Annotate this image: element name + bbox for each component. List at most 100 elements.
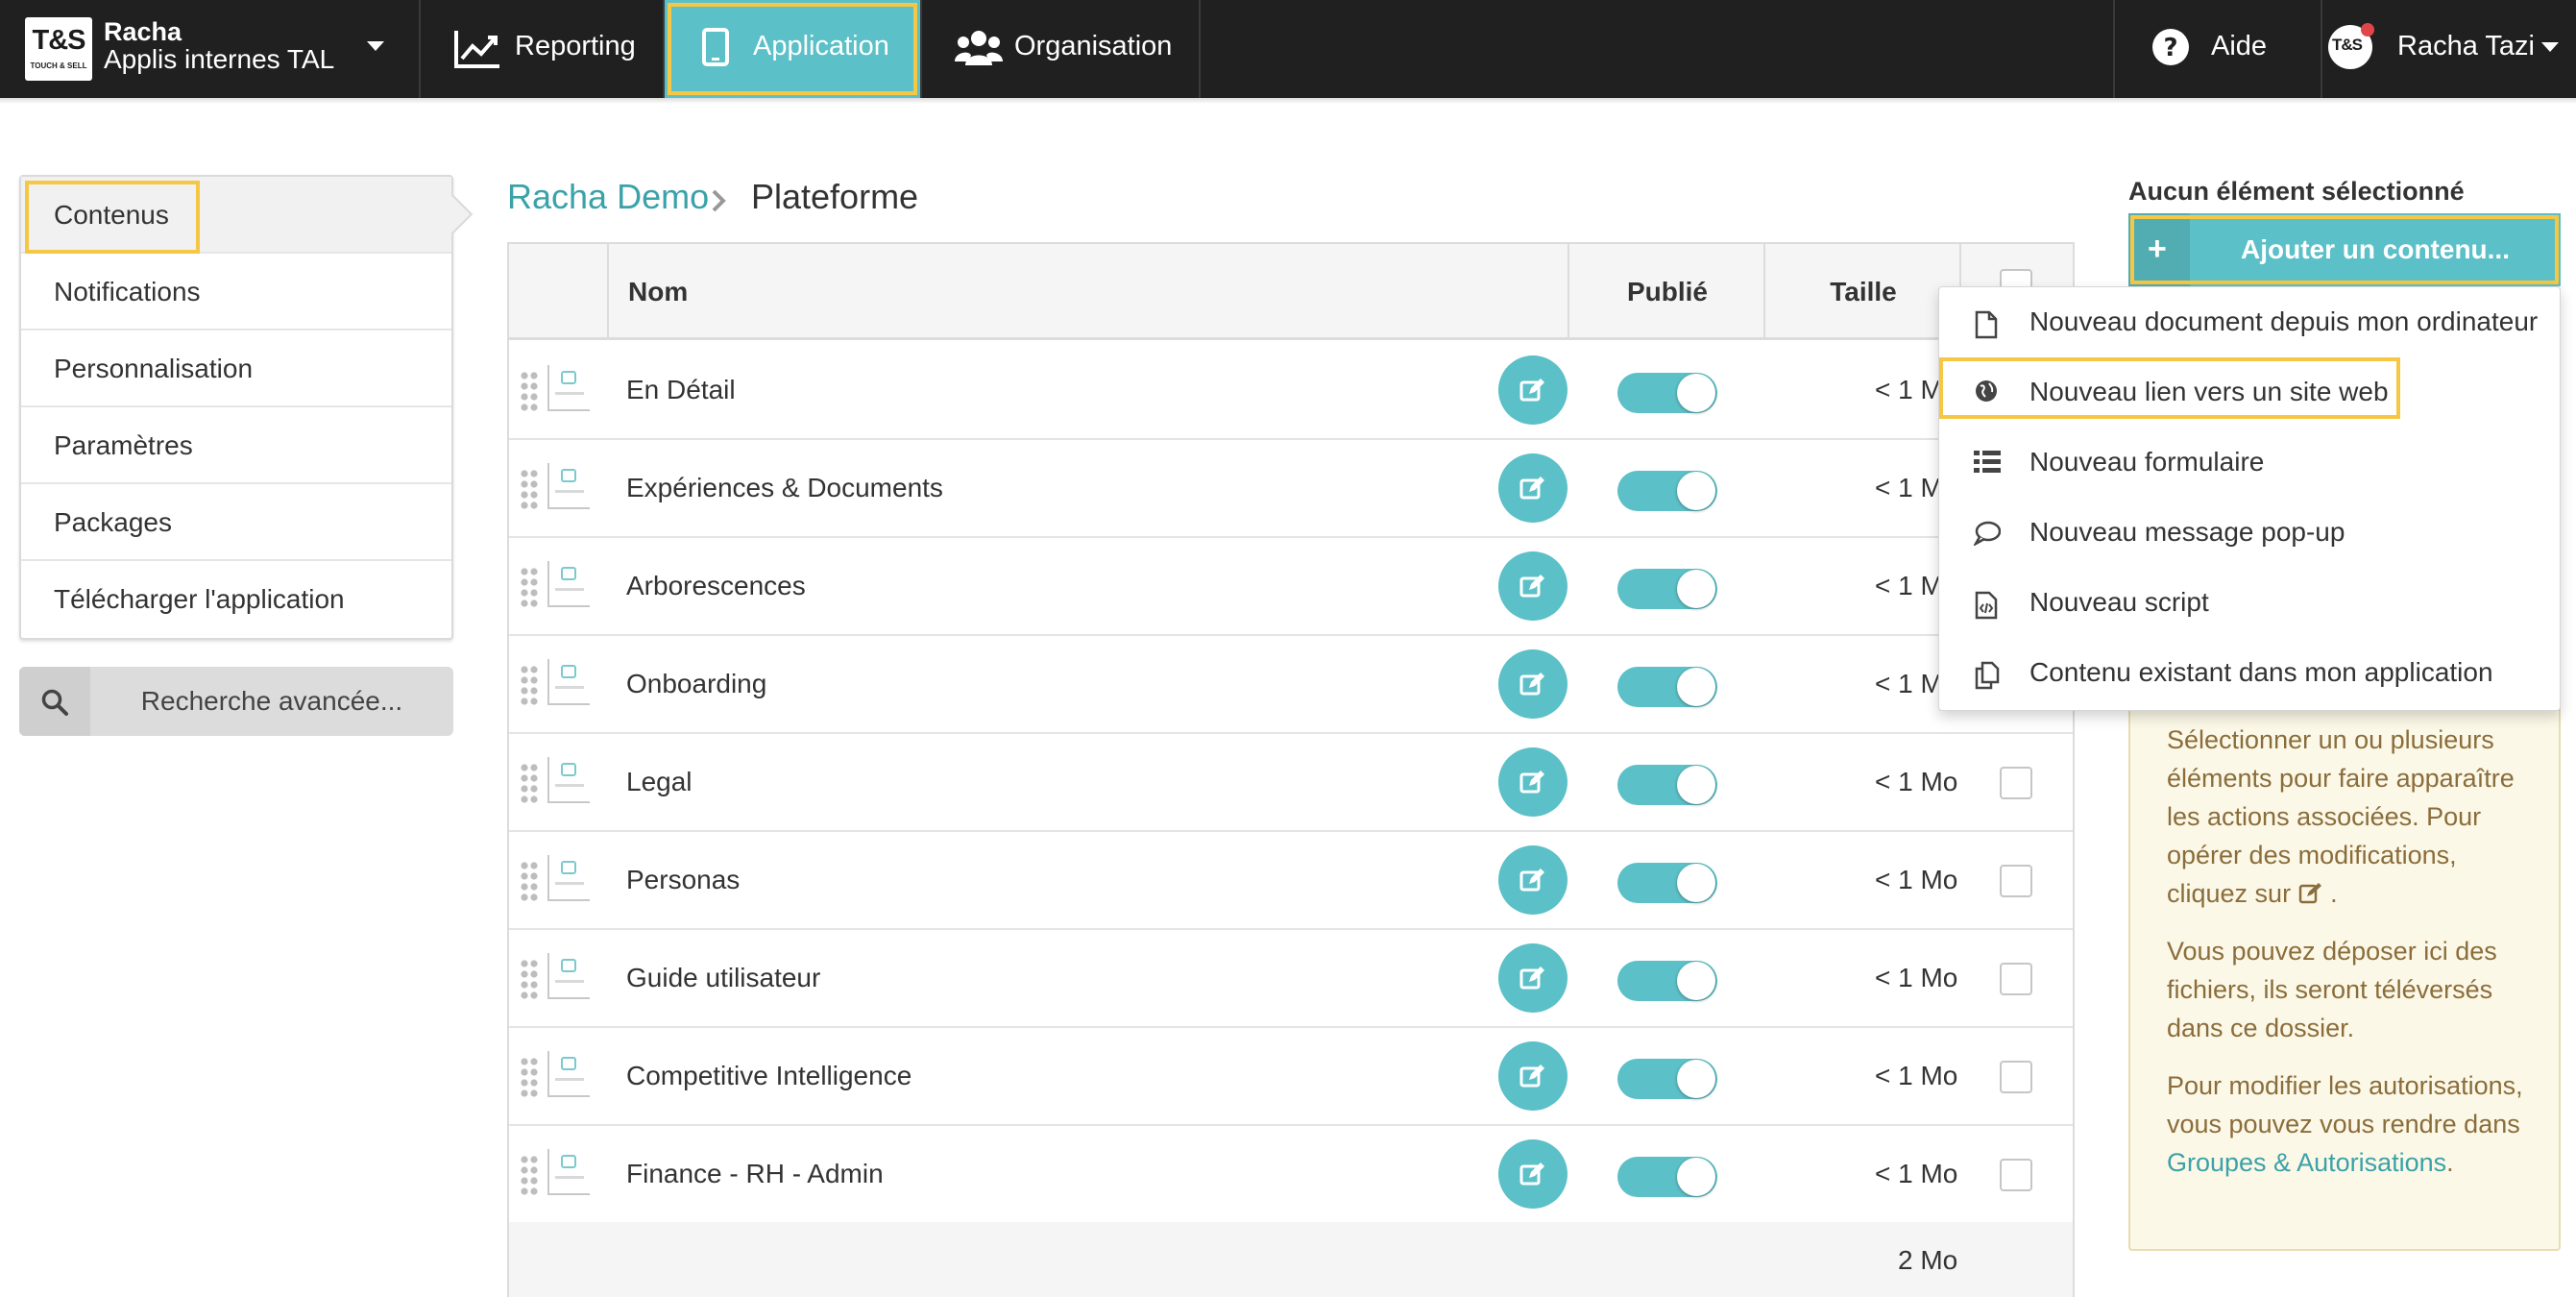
edit-button[interactable] [1498,453,1567,523]
toggle-knob [1677,472,1715,510]
sidebar-item-contenus[interactable]: Contenus [21,177,474,254]
sidebar-item-notifications[interactable]: Notifications [21,254,451,330]
table-row[interactable]: Personas < 1 Mo [509,832,2073,930]
copy-icon [1975,661,2000,690]
notification-dot [2361,23,2374,37]
nav-application[interactable]: Application [665,0,922,98]
content-thumbnail [547,757,590,803]
row-checkbox[interactable] [2000,1061,2032,1093]
menu-item-new-web-link[interactable]: Nouveau lien vers un site web [1939,357,2560,428]
caret-down-icon[interactable] [367,41,384,51]
line-chart-icon [454,31,499,68]
content-name[interactable]: Legal [626,767,693,797]
content-name[interactable]: Arborescences [626,571,806,601]
content-name[interactable]: Finance - RH - Admin [626,1159,884,1189]
account-switcher[interactable]: T&S TOUCH & SELL Racha Applis internes T… [0,0,421,98]
sidebar-item-label: Packages [54,507,172,537]
content-size: < 1 Mo [1875,1159,1958,1188]
drag-handle-icon[interactable] [521,665,538,707]
breadcrumb-parent-link[interactable]: Racha Demo [507,177,709,217]
table-row[interactable]: Guide utilisateur < 1 Mo [509,930,2073,1028]
drag-handle-icon[interactable] [521,371,538,413]
drag-handle-icon[interactable] [521,861,538,903]
edit-button[interactable] [1498,649,1567,719]
row-checkbox[interactable] [2000,963,2032,995]
edit-button[interactable] [1498,355,1567,425]
header-name[interactable]: Nom [609,244,1569,340]
table-row[interactable]: Legal < 1 Mo [509,734,2073,832]
edit-icon [1519,673,1544,696]
edit-icon [1519,771,1544,794]
published-toggle[interactable] [1617,863,1717,903]
edit-icon [1519,575,1544,598]
nav-application-label: Application [753,31,889,61]
content-name[interactable]: Guide utilisateur [626,963,820,993]
published-toggle[interactable] [1617,471,1717,511]
edit-icon [1519,967,1544,990]
menu-item-new-document[interactable]: Nouveau document depuis mon ordinateur [1939,287,2560,357]
published-toggle[interactable] [1617,569,1717,609]
menu-item-new-popup[interactable]: Nouveau message pop-up [1939,498,2560,568]
drag-handle-icon[interactable] [521,959,538,1001]
sidebar-item-packages[interactable]: Packages [21,484,451,561]
published-toggle[interactable] [1617,1059,1717,1099]
header-published[interactable]: Publié [1569,244,1765,340]
published-toggle[interactable] [1617,373,1717,413]
content-name[interactable]: Personas [626,865,740,895]
header-drag-column [509,244,609,340]
toggle-knob [1677,962,1715,1000]
toggle-knob [1677,374,1715,412]
published-toggle[interactable] [1617,667,1717,707]
edit-button[interactable] [1498,943,1567,1013]
table-row[interactable]: En Détail < 1 Mo [509,342,2073,440]
edit-button[interactable] [1498,1041,1567,1111]
row-checkbox[interactable] [2000,767,2032,799]
edit-button[interactable] [1498,551,1567,621]
sidebar-item-telecharger[interactable]: Télécharger l'application [21,561,451,638]
user-menu[interactable]: T&S Racha Tazi [2324,0,2576,98]
highlight-frame [2130,215,2559,284]
edit-icon [1519,1065,1544,1088]
users-icon [955,31,1003,65]
table-row[interactable]: Arborescences < 1 Mo [509,538,2073,636]
table-row[interactable]: Onboarding < 1 Mo [509,636,2073,734]
add-content-button[interactable]: + Ajouter un contenu... [2128,213,2561,286]
content-size: < 1 Mo [1875,767,1958,796]
edit-button[interactable] [1498,845,1567,915]
drag-handle-icon[interactable] [521,567,538,609]
edit-button[interactable] [1498,747,1567,817]
header-size[interactable]: Taille [1765,244,1961,340]
published-toggle[interactable] [1617,961,1717,1001]
groups-permissions-link[interactable]: Groupes & Autorisations [2167,1148,2446,1177]
drag-handle-icon[interactable] [521,763,538,805]
sidebar-item-label: Personnalisation [54,354,254,383]
edit-button[interactable] [1498,1139,1567,1209]
row-checkbox[interactable] [2000,1159,2032,1191]
sidebar-item-personnalisation[interactable]: Personnalisation [21,330,451,407]
advanced-search-button[interactable]: Recherche avancée... [19,667,453,736]
published-toggle[interactable] [1617,765,1717,805]
published-toggle[interactable] [1617,1157,1717,1197]
toggle-knob [1677,864,1715,902]
row-checkbox[interactable] [2000,865,2032,897]
account-subtitle: Applis internes TAL [104,44,335,74]
table-row[interactable]: Finance - RH - Admin < 1 Mo [509,1126,2073,1224]
sidebar-item-label: Notifications [54,277,201,306]
menu-item-existing-content[interactable]: Contenu existant dans mon application [1939,638,2560,708]
sidebar-item-parametres[interactable]: Paramètres [21,407,451,484]
table-row[interactable]: Competitive Intelligence < 1 Mo [509,1028,2073,1126]
drag-handle-icon[interactable] [521,469,538,511]
content-name[interactable]: Competitive Intelligence [626,1061,911,1091]
content-thumbnail [547,855,590,901]
content-name[interactable]: Onboarding [626,669,766,699]
menu-item-new-script[interactable]: Nouveau script [1939,568,2560,638]
table-row[interactable]: Expériences & Documents < 1 Mo [509,440,2073,538]
menu-item-new-form[interactable]: Nouveau formulaire [1939,428,2560,498]
nav-reporting[interactable]: Reporting [423,0,665,98]
drag-handle-icon[interactable] [521,1155,538,1197]
drag-handle-icon[interactable] [521,1057,538,1099]
nav-organisation[interactable]: Organisation [922,0,1201,98]
content-name[interactable]: Expériences & Documents [626,473,943,503]
help-button[interactable]: ? Aide [2113,0,2322,98]
content-name[interactable]: En Détail [626,375,736,405]
